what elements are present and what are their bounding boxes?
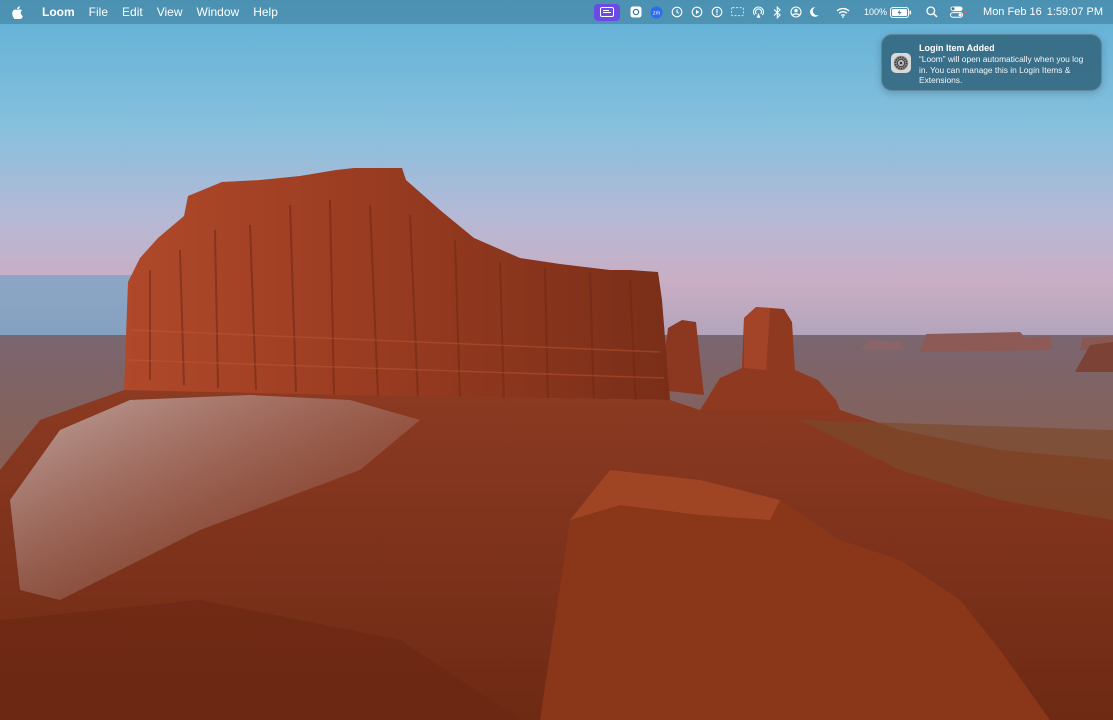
screen-mirror-icon[interactable] [731,0,744,24]
play-icon[interactable] [691,0,703,24]
notification-body: “Loom” will open automatically when you … [919,54,1084,85]
menu-help[interactable]: Help [246,0,285,24]
svg-text:zm: zm [653,10,661,16]
bluetooth-icon[interactable] [773,0,782,24]
system-settings-gear-icon [891,53,911,73]
search-icon[interactable] [926,0,938,24]
screen-record-icon[interactable] [630,0,642,24]
loom-recorder-icon[interactable] [594,3,620,21]
user-icon[interactable] [790,0,802,24]
menubar-clock[interactable]: Mon Feb 16 1:59:07 PM [978,6,1103,18]
menu-edit[interactable]: Edit [115,0,150,24]
login-item-notification[interactable]: Login Item Added “Loom” will open automa… [881,34,1102,91]
menu-file[interactable]: File [82,0,115,24]
moon-icon[interactable] [810,0,822,24]
battery-percent: 100% [864,7,888,17]
clock-time: 1:59:07 PM [1046,6,1103,18]
status-tray: zm 100% Mon Feb 16 1:59:07 PM [590,0,1103,24]
zoom-icon[interactable]: zm [650,0,663,24]
airdrop-icon[interactable] [752,0,765,24]
wifi-icon[interactable] [836,0,850,24]
battery-icon[interactable] [890,0,912,24]
notification-title: Login Item Added [919,43,995,53]
control-center-icon[interactable] [950,0,968,24]
monument-valley-landscape [0,0,1113,720]
menu-window[interactable]: Window [190,0,247,24]
time-machine-icon[interactable] [671,0,683,24]
info-icon[interactable] [711,0,723,24]
clock-date: Mon Feb 16 [983,6,1042,18]
app-menu-loom[interactable]: Loom [38,0,82,24]
notification-content: Login Item Added “Loom” will open automa… [919,35,1101,86]
menu-view[interactable]: View [150,0,190,24]
menu-bar: Loom File Edit View Window Help zm 100% … [0,0,1113,24]
apple-menu-icon[interactable] [12,4,26,20]
desktop-wallpaper [0,0,1113,720]
